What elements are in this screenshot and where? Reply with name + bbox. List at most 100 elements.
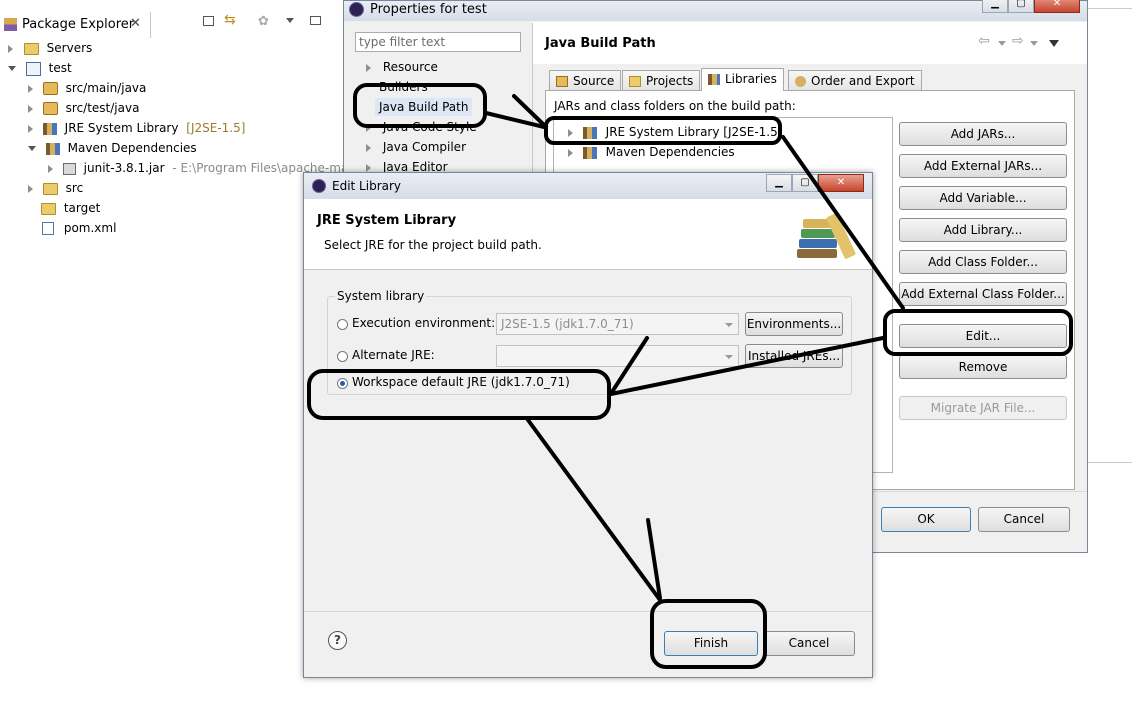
nav-item-builders[interactable]: Builders <box>379 78 428 96</box>
expand-icon[interactable] <box>28 104 33 113</box>
eclipse-icon <box>312 179 326 193</box>
maximize-button[interactable]: ▢ <box>792 174 818 192</box>
tree-item-label: src/test/java <box>65 101 140 115</box>
add-external-jars-button[interactable]: Add External JARs... <box>899 154 1067 178</box>
nav-item-resource[interactable]: Resource <box>366 58 438 76</box>
add-class-folder-button[interactable]: Add Class Folder... <box>899 250 1067 274</box>
tab-source[interactable]: Source <box>549 70 622 91</box>
view-menu-icon[interactable] <box>1049 40 1059 47</box>
nav-item-label: Builders <box>379 80 428 94</box>
tab-label: Source <box>573 74 615 88</box>
installed-jres-button[interactable]: Installed JREs... <box>745 344 843 368</box>
tree-item-label: pom.xml <box>63 221 117 235</box>
tab-libraries[interactable]: Libraries <box>701 68 784 91</box>
filter-input[interactable]: type filter text <box>355 32 521 52</box>
environments-button[interactable]: Environments... <box>745 312 843 336</box>
close-icon[interactable]: ✕ <box>130 16 141 31</box>
tree-item-test[interactable]: test <box>8 59 72 77</box>
tab-order-and-export[interactable]: Order and Export <box>788 70 922 91</box>
expand-icon[interactable] <box>48 164 53 173</box>
filters-icon[interactable]: ✿ <box>258 14 269 29</box>
execution-environment-radio[interactable] <box>337 319 348 330</box>
edit-button[interactable]: Edit... <box>899 324 1067 348</box>
projects-icon <box>629 76 641 87</box>
expand-icon[interactable] <box>568 148 573 157</box>
tree-item-target[interactable]: target <box>41 199 100 217</box>
expand-icon[interactable] <box>8 44 13 53</box>
back-menu-icon[interactable] <box>998 41 1006 46</box>
nav-item-java-build-path[interactable]: Java Build Path <box>375 98 473 116</box>
library-icon <box>42 122 57 135</box>
workspace-default-jre-radio[interactable] <box>337 378 348 389</box>
close-button[interactable]: ✕ <box>1034 0 1080 13</box>
cancel-button[interactable]: Cancel <box>978 507 1070 532</box>
xml-file-icon <box>42 222 54 235</box>
dialog-title: Edit Library <box>332 179 402 193</box>
tree-item-maven-dependencies[interactable]: Maven Dependencies <box>28 139 197 157</box>
tab-projects[interactable]: Projects <box>622 70 701 91</box>
expand-icon[interactable] <box>568 128 573 137</box>
collapse-icon[interactable] <box>28 146 36 151</box>
remove-button[interactable]: Remove <box>899 355 1067 379</box>
expand-icon[interactable] <box>366 63 371 72</box>
nav-item-java-compiler[interactable]: Java Compiler <box>366 138 466 156</box>
tree-item-label: test <box>48 61 72 75</box>
expand-icon[interactable] <box>28 84 33 93</box>
link-with-editor-icon[interactable]: ⇆ <box>224 12 236 28</box>
list-item-label: JRE System Library [J2SE-1.5] <box>605 125 783 139</box>
tree-item-label: junit-3.8.1.jar <box>83 161 165 175</box>
expand-icon[interactable] <box>28 184 33 193</box>
expand-icon[interactable] <box>366 143 371 152</box>
ok-button[interactable]: OK <box>881 507 971 532</box>
tree-item-jre-system-library[interactable]: JRE System Library [J2SE-1.5] <box>28 119 245 137</box>
maximize-button[interactable]: ▢ <box>1008 0 1034 13</box>
tab-label: Order and Export <box>811 74 915 88</box>
tree-item-servers[interactable]: Servers <box>8 39 92 57</box>
package-explorer-tab[interactable]: Package Explorer ✕ <box>0 12 151 38</box>
edit-library-titlebar: Edit Library ▁ ▢ ✕ <box>304 173 872 199</box>
jar-icon <box>62 162 76 175</box>
alternate-jre-radio[interactable] <box>337 351 348 362</box>
tree-item-src-test-java[interactable]: src/test/java <box>28 99 139 117</box>
tree-item-src-main-java[interactable]: src/main/java <box>28 79 146 97</box>
tree-item-label: Servers <box>46 41 93 55</box>
nav-item-java-code-style[interactable]: Java Code Style <box>366 118 477 136</box>
library-icon <box>45 142 60 155</box>
chevron-down-icon <box>725 355 733 359</box>
cancel-button[interactable]: Cancel <box>763 631 855 656</box>
execution-environment-select[interactable]: J2SE-1.5 (jdk1.7.0_71) <box>496 313 739 335</box>
migrate-jar-file-button[interactable]: Migrate JAR File... <box>899 396 1067 420</box>
close-button[interactable]: ✕ <box>818 174 864 192</box>
add-external-class-folder-button[interactable]: Add External Class Folder... <box>899 282 1067 306</box>
collapse-icon[interactable] <box>8 66 16 71</box>
add-variable-button[interactable]: Add Variable... <box>899 186 1067 210</box>
back-arrow-icon[interactable]: ⇦ <box>978 33 990 49</box>
tree-item-src[interactable]: src <box>28 179 83 197</box>
finish-button[interactable]: Finish <box>664 631 758 656</box>
alternate-jre-select[interactable] <box>496 345 739 367</box>
minimize-icon[interactable] <box>310 16 321 25</box>
view-menu-icon[interactable] <box>286 18 294 23</box>
expand-icon[interactable] <box>366 163 371 172</box>
tree-item-pom-xml[interactable]: pom.xml <box>42 219 116 237</box>
package-folder-icon <box>42 102 58 115</box>
expand-icon[interactable] <box>28 124 33 133</box>
eclipse-icon <box>349 2 364 17</box>
package-folder-icon <box>42 82 58 95</box>
add-library-button[interactable]: Add Library... <box>899 218 1067 242</box>
system-library-group: System library Execution environment: J2… <box>327 289 852 395</box>
forward-arrow-icon[interactable]: ⇨ <box>1012 33 1024 49</box>
tree-item-label: src/main/java <box>65 81 147 95</box>
list-item-jre-system-library[interactable]: JRE System Library [J2SE-1.5] <box>568 123 782 141</box>
add-jars-button[interactable]: Add JARs... <box>899 122 1067 146</box>
expand-icon[interactable] <box>366 123 371 132</box>
minimize-view-icon[interactable] <box>203 16 214 26</box>
list-item-label: Maven Dependencies <box>605 145 735 159</box>
wizard-description: Select JRE for the project build path. <box>324 238 542 252</box>
minimize-button[interactable]: ▁ <box>766 174 792 192</box>
package-explorer-title: Package Explorer <box>22 17 135 32</box>
minimize-button[interactable]: ▁ <box>982 0 1008 13</box>
help-icon[interactable]: ? <box>328 631 347 650</box>
list-item-maven-dependencies[interactable]: Maven Dependencies <box>568 143 735 161</box>
forward-menu-icon[interactable] <box>1030 41 1038 46</box>
